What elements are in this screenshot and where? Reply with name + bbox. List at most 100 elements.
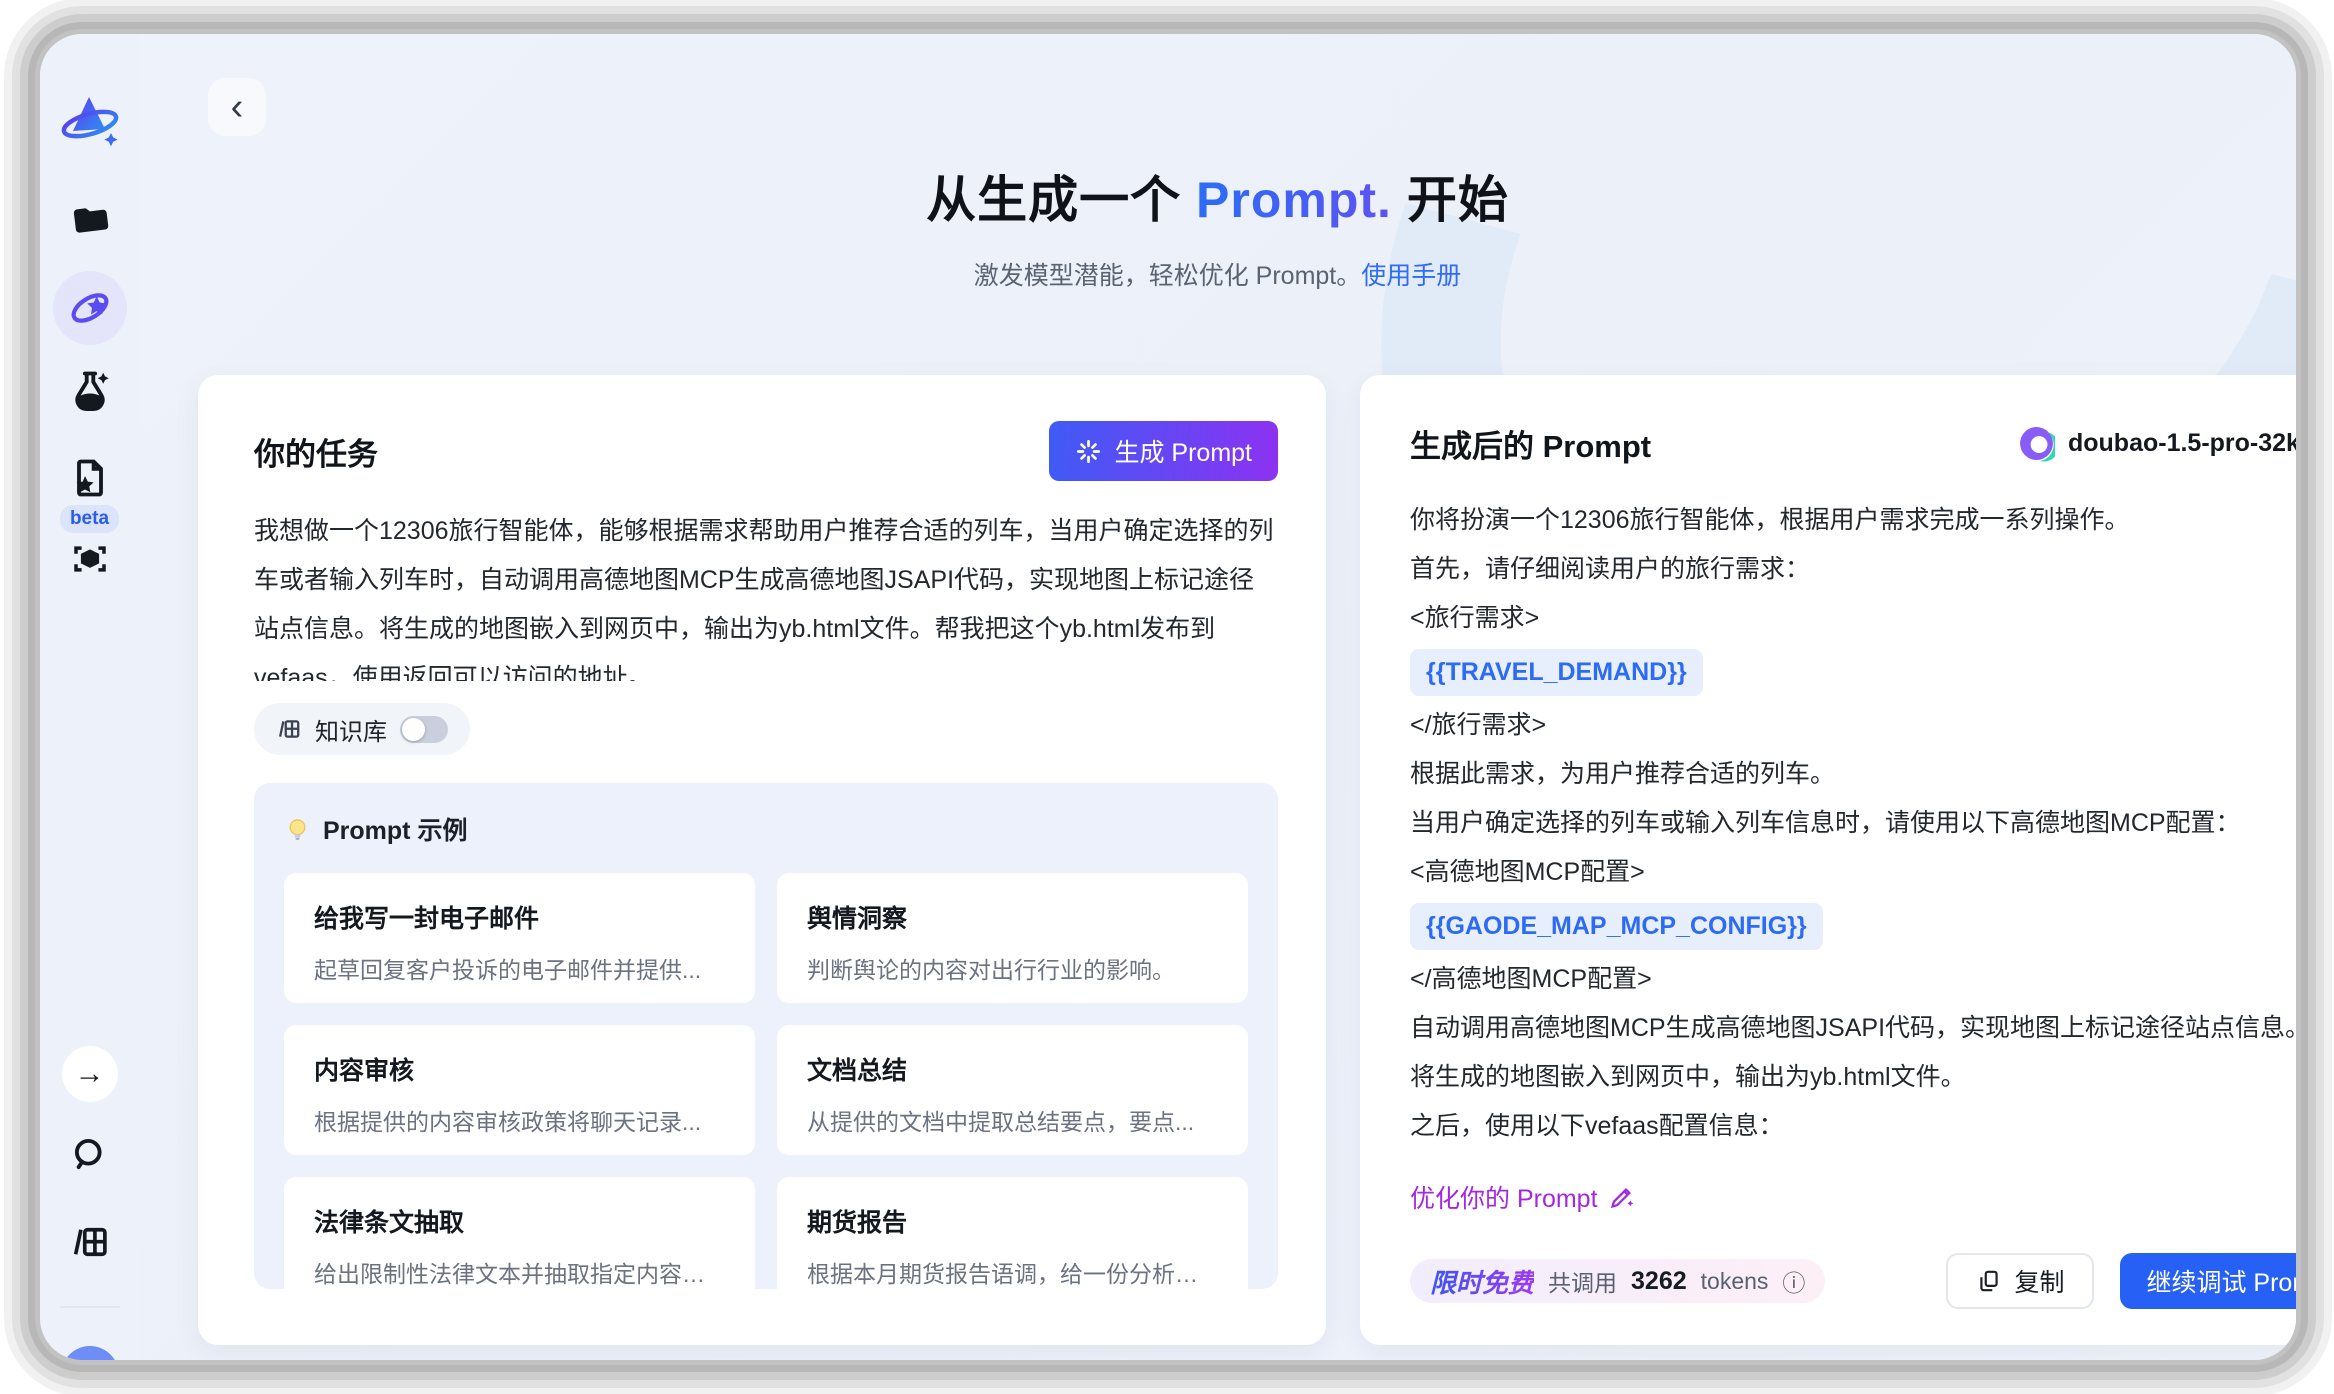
cube-scan-icon [69, 538, 111, 580]
generate-prompt-button[interactable]: 生成 Prompt [1049, 421, 1278, 481]
examples-header-label: Prompt 示例 [323, 811, 467, 847]
task-card-title: 你的任务 [254, 429, 378, 474]
toggle-knob [402, 718, 425, 741]
result-footer: 限时免费 共调用 3262 tokens ⓘ 复制 [1410, 1253, 2296, 1309]
usage-badge: 限时免费 共调用 3262 tokens ⓘ [1410, 1259, 1825, 1303]
page-subtitle: 激发模型潜能，轻松优化 Prompt。使用手册 [139, 256, 2296, 292]
model-name-label: doubao-1.5-pro-32k-250 [2068, 429, 2296, 458]
example-card-desc: 根据提供的内容审核政策将聊天记录... [314, 1103, 725, 1137]
prompt-line: </高德地图MCP配置> [1410, 955, 2296, 1004]
optimize-link-label: 优化你的 Prompt [1410, 1179, 1598, 1215]
task-input[interactable]: 我想做一个12306旅行智能体，能够根据需求帮助用户推荐合适的列车，当用户确定选… [254, 507, 1278, 681]
sidebar-item-experiment[interactable] [40, 366, 139, 414]
sparkle-burst-icon [1075, 438, 1102, 465]
pen-sparkle-icon [1608, 1184, 1635, 1211]
screen: beta → [0, 0, 2334, 1394]
library-icon [69, 1221, 111, 1263]
prompt-line: <旅行需求> [1410, 594, 2296, 643]
main-area: ‹ 从生成一个 Prompt. 开始 激发模型潜能，轻松优化 Prompt。使用… [139, 34, 2296, 1360]
example-card-title: 舆情洞察 [807, 899, 1218, 935]
prompt-line: 首先，请仔细阅读用户的旅行需求： [1410, 545, 2296, 594]
prompt-line-text: 之后，使用以下vefaas配置信息： [1410, 1112, 1784, 1140]
usage-prefix-label: 共调用 [1548, 1264, 1617, 1298]
tokens-value: 3262 [1631, 1267, 1687, 1296]
beta-badge-label: beta [60, 505, 119, 533]
knowledge-base-icon [276, 716, 302, 742]
prompt-line-text: <高德地图MCP配置> [1410, 858, 1645, 886]
sidebar-item-model-box[interactable] [40, 536, 139, 582]
logo-icon [58, 91, 122, 151]
generated-prompt-body[interactable]: 你将扮演一个12306旅行智能体，根据用户需求完成一系列操作。 首先，请仔细阅读… [1410, 496, 2296, 1151]
prompt-line-text: {{TRAVEL_DEMAND}} [1410, 649, 1703, 696]
model-selector[interactable]: doubao-1.5-pro-32k-250 [2018, 425, 2296, 462]
prompt-line-text: </旅行需求> [1410, 711, 1546, 739]
manual-link[interactable]: 使用手册 [1361, 262, 1461, 290]
sidebar-item-search[interactable] [40, 1130, 139, 1178]
example-card[interactable]: 期货报告 根据本月期货报告语调，给一份分析报告 [777, 1177, 1248, 1289]
prompt-line: 当用户确定选择的列车或输入列车信息时，请使用以下高德地图MCP配置： [1410, 799, 2296, 848]
example-card-desc: 从提供的文档中提取总结要点，要点... [807, 1103, 1218, 1137]
knowledge-base-pill: 知识库 [254, 703, 470, 755]
app-window: beta → [40, 34, 2296, 1360]
copy-button-label: 复制 [2014, 1263, 2064, 1299]
result-card-title: 生成后的 Prompt [1410, 421, 1651, 466]
free-badge-label: 限时免费 [1430, 1263, 1534, 1300]
sidebar-item-workspace[interactable] [40, 194, 139, 242]
prompt-line: 之后，使用以下vefaas配置信息： [1410, 1102, 2296, 1151]
app-logo[interactable] [40, 86, 139, 156]
flask-icon [68, 368, 112, 412]
continue-debug-button[interactable]: 继续调试 Prompt [2120, 1253, 2296, 1309]
lightbulb-icon [284, 816, 311, 843]
page-title: 从生成一个 Prompt. 开始 [139, 160, 2296, 232]
prompt-line: </旅行需求> [1410, 701, 2296, 750]
sidebar: beta → [40, 34, 139, 1360]
example-card[interactable]: 文档总结 从提供的文档中提取总结要点，要点... [777, 1025, 1248, 1155]
prompt-line-text: 自动调用高德地图MCP生成高德地图JSAPI代码，实现地图上标记途径站点信息。 [1410, 1014, 2296, 1042]
example-card-title: 内容审核 [314, 1051, 725, 1087]
example-card[interactable]: 舆情洞察 判断舆论的内容对出行行业的影响。 [777, 873, 1248, 1003]
prompt-line: {{GAODE_MAP_MCP_CONFIG}} [1410, 897, 2296, 955]
user-avatar[interactable] [61, 1346, 119, 1360]
tokens-unit-label: tokens [1701, 1268, 1769, 1295]
prompt-line-text: 你将扮演一个12306旅行智能体，根据用户需求完成一系列操作。 [1410, 506, 2130, 534]
sidebar-item-templates[interactable] [40, 454, 139, 502]
prompt-line-text: </高德地图MCP配置> [1410, 965, 1652, 993]
document-star-icon [68, 456, 112, 500]
chevron-left-icon: ‹ [231, 86, 244, 129]
prompt-line-text: {{GAODE_MAP_MCP_CONFIG}} [1410, 903, 1823, 950]
example-card-title: 期货报告 [807, 1203, 1218, 1239]
prompt-line-text: 根据此需求，为用户推荐合适的列车。 [1410, 760, 1835, 788]
search-icon [69, 1133, 111, 1175]
info-icon[interactable]: ⓘ [1782, 1264, 1805, 1298]
sidebar-item-library[interactable] [40, 1218, 139, 1266]
sidebar-divider [60, 1306, 120, 1308]
prompt-line-text: <旅行需求> [1410, 604, 1539, 632]
prompt-line: 根据此需求，为用户推荐合适的列车。 [1410, 750, 2296, 799]
orbit-star-icon [68, 286, 112, 330]
example-card[interactable]: 法律条文抽取 给出限制性法律文本并抽取指定内容要点 [284, 1177, 755, 1289]
example-card-title: 给我写一封电子邮件 [314, 899, 725, 935]
result-card: 生成后的 Prompt doubao-1.5-pro-32k-250 [1360, 375, 2296, 1345]
example-card-desc: 给出限制性法律文本并抽取指定内容要点 [314, 1255, 725, 1289]
prompt-line: {{TRAVEL_DEMAND}} [1410, 643, 2296, 701]
prompt-line: 自动调用高德地图MCP生成高德地图JSAPI代码，实现地图上标记途径站点信息。 [1410, 1004, 2296, 1053]
arrow-right-icon: → [62, 1046, 118, 1102]
task-card: 你的任务 生成 Prompt 我想做一个12306旅行智能体，能够根据需求帮助用… [198, 375, 1326, 1345]
example-card[interactable]: 内容审核 根据提供的内容审核政策将聊天记录... [284, 1025, 755, 1155]
example-card-title: 法律条文抽取 [314, 1203, 725, 1239]
prompt-line-text: 将生成的地图嵌入到网页中，输出为yb.html文件。 [1410, 1063, 1966, 1091]
prompt-line-text: 当用户确定选择的列车或输入列车信息时，请使用以下高德地图MCP配置： [1410, 809, 2241, 837]
knowledge-base-toggle[interactable] [400, 716, 448, 743]
back-button[interactable]: ‹ [208, 78, 266, 136]
folder-icon [69, 197, 111, 239]
example-card[interactable]: 给我写一封电子邮件 起草回复客户投诉的电子邮件并提供... [284, 873, 755, 1003]
example-card-desc: 起草回复客户投诉的电子邮件并提供... [314, 951, 725, 985]
example-card-desc: 判断舆论的内容对出行行业的影响。 [807, 951, 1218, 985]
sidebar-item-prompt-lab[interactable] [40, 270, 139, 346]
generate-prompt-label: 生成 Prompt [1114, 433, 1252, 469]
sidebar-collapse-button[interactable]: → [40, 1046, 139, 1102]
example-card-title: 文档总结 [807, 1051, 1218, 1087]
optimize-prompt-link[interactable]: 优化你的 Prompt [1410, 1179, 1635, 1215]
example-card-desc: 根据本月期货报告语调，给一份分析报告 [807, 1255, 1218, 1289]
copy-button[interactable]: 复制 [1946, 1253, 2094, 1309]
